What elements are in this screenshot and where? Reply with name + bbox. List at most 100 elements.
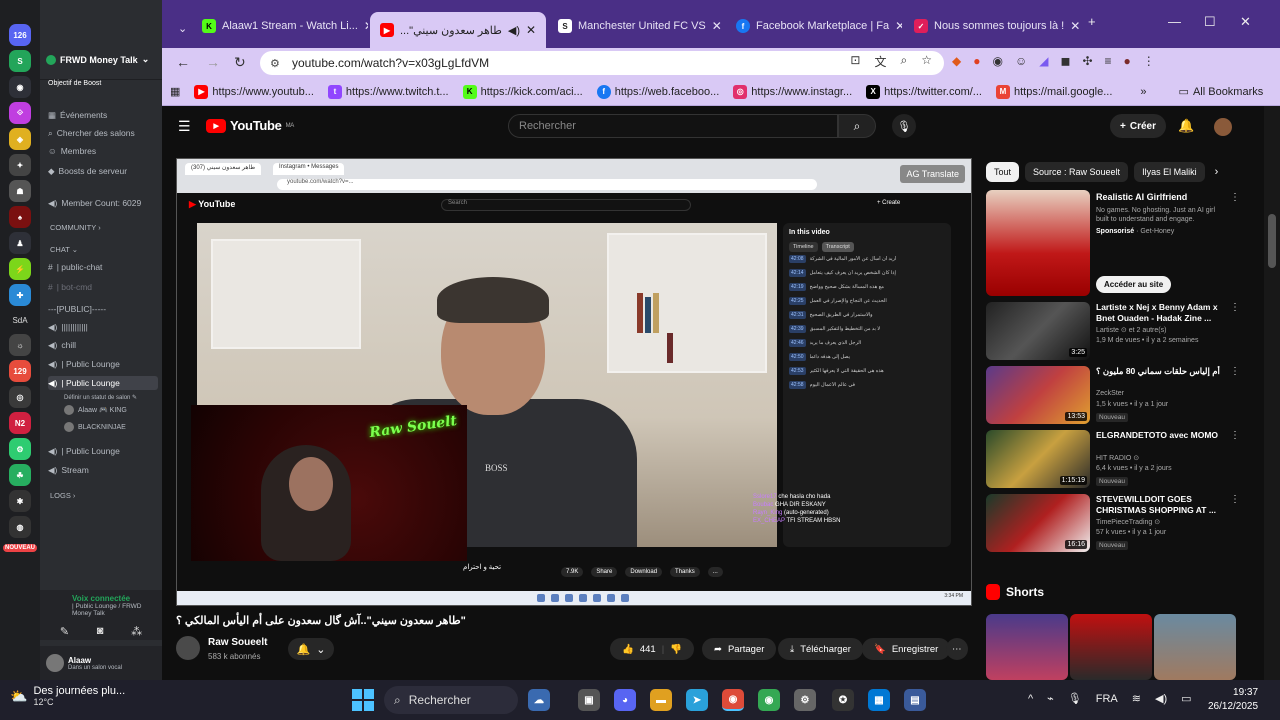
language-indicator[interactable]: FRA <box>1096 693 1118 705</box>
menu-icon[interactable]: ☰ <box>178 118 191 135</box>
extension-icon[interactable]: ◼ <box>1060 54 1070 68</box>
transcript-line[interactable]: 42:46 الرجل الذي يعرف ما يريد <box>783 336 951 350</box>
short-thumbnail[interactable] <box>1070 614 1152 680</box>
file-explorer-icon[interactable]: ▬ <box>650 689 672 711</box>
ad-title[interactable]: Realistic AI Girlfriend <box>1096 192 1187 202</box>
battery-icon[interactable]: ▭ <box>1181 692 1191 705</box>
clock[interactable]: 19:37 26/12/2025 <box>1208 686 1258 714</box>
extension-icon[interactable]: ◆ <box>952 54 961 68</box>
transcript-line[interactable]: 42:14 إذا كان الشخص يريد أن يعرف كيف يتعا… <box>783 266 951 280</box>
server-icon[interactable]: N2 <box>9 412 31 434</box>
video-thumbnail[interactable]: 3:25 <box>986 302 1090 360</box>
noise-suppression-icon[interactable]: ✎ <box>60 625 69 638</box>
bookmark[interactable]: Xhttps://twitter.com/... <box>866 84 982 99</box>
share-button[interactable]: ➦ Partager <box>702 638 777 660</box>
server-icon[interactable]: 129 <box>9 360 31 382</box>
bookmark[interactable]: Khttps://kick.com/aci... <box>462 84 583 99</box>
chip-all[interactable]: Tout <box>986 162 1020 182</box>
server-icon[interactable]: ◉ <box>9 76 31 98</box>
video-title[interactable]: STEVEWILLDOIT GOES CHRISTMAS SHOPPING AT… <box>1096 494 1220 516</box>
video-thumbnail[interactable]: 16:16 <box>986 494 1090 552</box>
channel-members[interactable]: ☺ Membres <box>48 144 158 158</box>
media-icon[interactable]: ≡ <box>1105 54 1112 68</box>
taskbar-search[interactable]: ⌕ Rechercher <box>384 686 518 714</box>
store-icon[interactable]: ▦ <box>868 689 890 711</box>
create-button[interactable]: + Créer <box>1110 114 1166 138</box>
avatar[interactable] <box>1214 118 1232 136</box>
weather-widget[interactable]: ⛅ Des journées plu... 12°C <box>10 685 125 707</box>
page-scrollbar[interactable] <box>1264 106 1280 680</box>
notifications-icon[interactable]: 🔔 <box>1178 118 1194 134</box>
more-icon[interactable]: ⋮ <box>1230 494 1240 505</box>
transcript-line[interactable]: 42:39 لا بد من التخطيط والتفكير المسبق <box>783 322 951 336</box>
category-public[interactable]: ---[PUBLIC]----- <box>48 302 158 316</box>
channel-public-lounge-active[interactable]: ◀) | Public Lounge <box>48 376 158 390</box>
channel-public-lounge[interactable]: ◀) | Public Lounge <box>48 357 158 371</box>
close-icon[interactable]: ✕ <box>895 19 902 33</box>
voice-user[interactable]: BLACKNINJAE <box>64 420 158 434</box>
channel-name[interactable]: Raw Soueelt <box>208 637 267 648</box>
chrome-icon[interactable]: ◉ <box>722 689 744 711</box>
server-icon[interactable]: ✚ <box>9 284 31 306</box>
all-bookmarks[interactable]: ▭ All Bookmarks <box>1179 85 1264 99</box>
channel-voice[interactable]: ◀) |||||||||||| <box>48 320 158 334</box>
zoom-icon[interactable]: ⌕ <box>901 53 908 70</box>
transcript-line[interactable]: 42:08 أريد أن أسأل عن الأمور المالية في ا… <box>783 252 951 266</box>
tab-transcript[interactable]: Transcript <box>821 242 854 252</box>
translate-icon[interactable]: 文 <box>874 53 886 70</box>
transcript-line[interactable]: 42:25 الحديث عن النجاح والإصرار في العمل <box>783 294 951 308</box>
reload-button[interactable]: ↻ <box>234 54 246 71</box>
ag-translate-button[interactable]: AG Translate <box>900 165 965 183</box>
server-icon[interactable]: ◎ <box>9 386 31 408</box>
server-label-sda[interactable]: SdA <box>12 310 27 330</box>
short-thumbnail[interactable] <box>1154 614 1236 680</box>
extension-icon[interactable]: ◢ <box>1039 54 1048 68</box>
search-input[interactable]: Rechercher <box>508 114 838 138</box>
channel-public-chat[interactable]: # | public-chat <box>48 260 158 274</box>
start-button[interactable] <box>352 689 374 711</box>
video-thumbnail[interactable]: 1:15:19 <box>986 430 1090 488</box>
server-icon[interactable]: ⟐ <box>9 102 31 124</box>
save-button[interactable]: 🔖 Enregistrer <box>862 638 951 660</box>
server-icon[interactable]: ⚡ <box>9 258 31 280</box>
close-icon[interactable]: ✕ <box>526 23 536 37</box>
more-icon[interactable]: ⋮ <box>1230 366 1240 377</box>
widget-icon[interactable]: ☁ <box>528 689 550 711</box>
chip-source[interactable]: Source : Raw Soueelt <box>1025 162 1129 182</box>
extension-icon[interactable]: ◉ <box>992 54 1002 68</box>
browser-tab[interactable]: f Facebook Marketplace | Fa ✕ <box>726 12 902 40</box>
channel-bot-cmd[interactable]: # | bot-cmd <box>48 280 158 294</box>
channel-public-lounge-2[interactable]: ◀) | Public Lounge <box>48 444 158 458</box>
set-channel-status[interactable]: Définir un statut de salon ✎ <box>64 390 158 404</box>
sponsored-ad[interactable]: Realistic AI Girlfriend No games. No gho… <box>986 190 1240 296</box>
back-button[interactable]: ← <box>176 54 190 70</box>
chevron-right-icon[interactable]: › <box>1215 166 1219 178</box>
apps-icon[interactable]: ▦ <box>170 85 180 98</box>
bookmark[interactable]: ▶ https://www.youtub... <box>194 84 314 99</box>
recommended-video[interactable]: 13:53 أم إلياس حلقات سماني 80 مليون ؟ Zeck… <box>986 366 1240 424</box>
voice-user[interactable]: Alaaw 🎮 KING <box>64 403 158 417</box>
profile-avatar-icon[interactable]: ● <box>1124 54 1131 68</box>
server-icon[interactable]: ◍ <box>9 516 31 538</box>
chevron-up-icon[interactable]: ^ <box>1028 693 1033 705</box>
menu-icon[interactable]: ⋮ <box>1143 54 1155 68</box>
youtube-logo[interactable]: ▶ YouTube MA <box>206 118 294 133</box>
mic-icon[interactable]: 🎙 <box>1068 692 1082 705</box>
channel-boosts[interactable]: ◆ Boosts de serveur <box>48 164 158 178</box>
server-icon[interactable]: ♠ <box>9 206 31 228</box>
tab-timeline[interactable]: Timeline <box>789 242 818 252</box>
boost-goal[interactable]: Objectif de Boost <box>48 76 158 90</box>
browser-tab[interactable]: K Alaaw1 Stream - Watch Li... ✕ <box>192 12 368 40</box>
voice-search-button[interactable]: 🎙 <box>892 114 916 138</box>
ad-thumbnail[interactable] <box>986 190 1090 296</box>
channel-chill[interactable]: ◀) chill <box>48 338 158 352</box>
more-actions-button[interactable]: ⋯ <box>946 638 968 660</box>
channel-name[interactable]: HIT RADIO ⊙ <box>1096 454 1139 462</box>
transcript-line[interactable]: 42:53 هذه هي الحقيقة التي لا يعرفها الكثي… <box>783 364 951 378</box>
maximize-button[interactable]: ☐ <box>1204 14 1216 30</box>
browser-tab-active[interactable]: ▶ طاهر سعدون سيني"... ◀) ✕ <box>370 12 546 48</box>
close-window-button[interactable]: ✕ <box>1240 14 1251 30</box>
calculator-icon[interactable]: ▤ <box>904 689 926 711</box>
video-player[interactable]: طاهر سعدون سيني (307) Instagram • Messag… <box>176 158 972 606</box>
browser-tab[interactable]: ✓ Nous sommes toujours là ! ✕ <box>904 12 1080 40</box>
